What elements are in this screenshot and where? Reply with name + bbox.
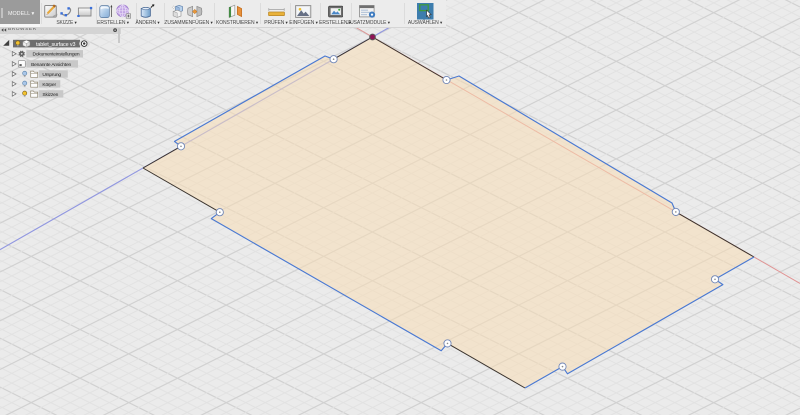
svg-text:Körper: Körper — [42, 82, 56, 88]
svg-text:Skizzen: Skizzen — [42, 92, 58, 98]
svg-text:Benannte Ansichten: Benannte Ansichten — [31, 62, 71, 68]
svg-text:Dokumenteinstellungen: Dokumenteinstellungen — [33, 52, 80, 58]
svg-text:Ursprung: Ursprung — [42, 72, 61, 78]
svg-text:tablet_surface v3: tablet_surface v3 — [36, 42, 75, 48]
